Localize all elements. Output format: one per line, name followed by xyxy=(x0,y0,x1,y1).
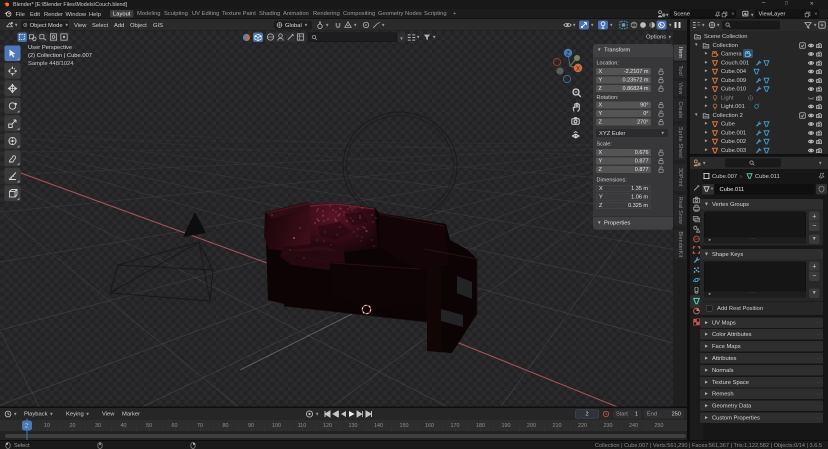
svg-text:X: X xyxy=(576,67,580,73)
svg-text:Z: Z xyxy=(566,52,570,58)
